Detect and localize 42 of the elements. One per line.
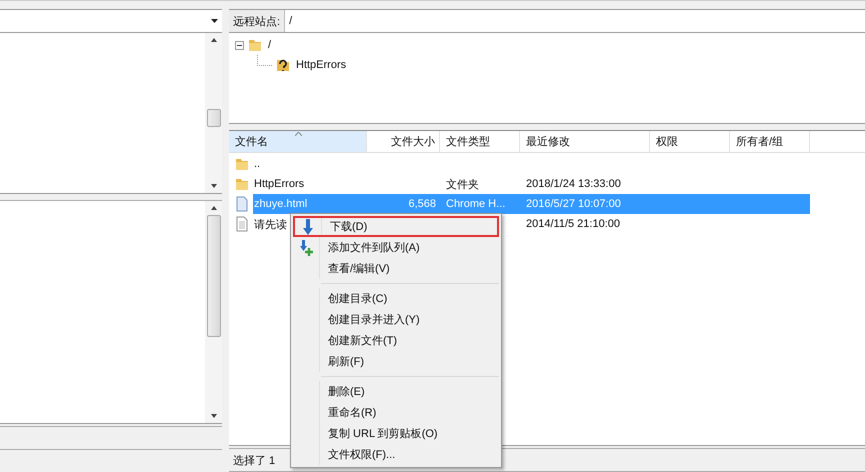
- column-header[interactable]: 文件大小: [367, 131, 440, 152]
- remote-site-label: 远程站点:: [229, 10, 286, 32]
- menu-item[interactable]: 创建目录(C): [293, 288, 499, 309]
- column-header[interactable]: 所有者/组: [730, 131, 810, 152]
- column-header[interactable]: 权限: [650, 131, 730, 152]
- tree-item[interactable]: /: [264, 39, 272, 51]
- menu-item[interactable]: 下载(D): [293, 216, 499, 237]
- column-header[interactable]: 文件类型: [440, 131, 520, 152]
- table-cell: 2016/5/27 10:07:00: [526, 198, 621, 210]
- collapse-toggle[interactable]: [235, 40, 244, 50]
- table-cell: Chrome H...: [446, 198, 506, 210]
- menu-item[interactable]: 文件权限(F)...: [293, 444, 499, 465]
- status-text: 选择了 1: [233, 454, 276, 468]
- menu-item[interactable]: 添加文件到队列(A): [293, 237, 499, 258]
- folder-icon: [248, 38, 262, 52]
- column-header[interactable]: 文件名: [229, 131, 367, 152]
- menu-item[interactable]: 重命名(R): [293, 402, 499, 423]
- folder-icon: [235, 177, 249, 191]
- folder-icon: [235, 157, 249, 171]
- down-arrow-plus-icon: [298, 240, 314, 256]
- column-header[interactable]: 最近修改: [520, 131, 650, 152]
- menu-item[interactable]: 删除(E): [293, 381, 499, 402]
- file-name[interactable]: 请先读: [252, 216, 289, 232]
- file-name[interactable]: HttpErrors: [252, 177, 306, 191]
- file-icon: [235, 196, 249, 212]
- file-name[interactable]: ..: [252, 157, 262, 171]
- tree-item[interactable]: HttpErrors: [292, 59, 346, 71]
- menu-item[interactable]: 刷新(F): [293, 351, 499, 372]
- folder-question-icon: [276, 58, 290, 72]
- caret-icon: [211, 19, 218, 23]
- table-cell: 2018/1/24 13:33:00: [526, 178, 621, 190]
- menu-item[interactable]: 创建新文件(T): [293, 330, 499, 351]
- down-arrow-icon: [301, 218, 315, 234]
- table-cell: 2014/11/5 21:10:00: [526, 218, 620, 230]
- scrollbar[interactable]: [205, 33, 222, 193]
- menu-item[interactable]: 复制 URL 到剪贴板(O): [293, 423, 499, 444]
- menu-item[interactable]: 创建目录并进入(Y): [293, 309, 499, 330]
- scrollbar[interactable]: [205, 201, 222, 423]
- document-icon: [235, 216, 249, 232]
- table-cell: 6,568: [408, 198, 436, 210]
- menu-item[interactable]: 查看/编辑(V): [293, 258, 499, 279]
- table-cell-text: 文件夹: [446, 178, 479, 192]
